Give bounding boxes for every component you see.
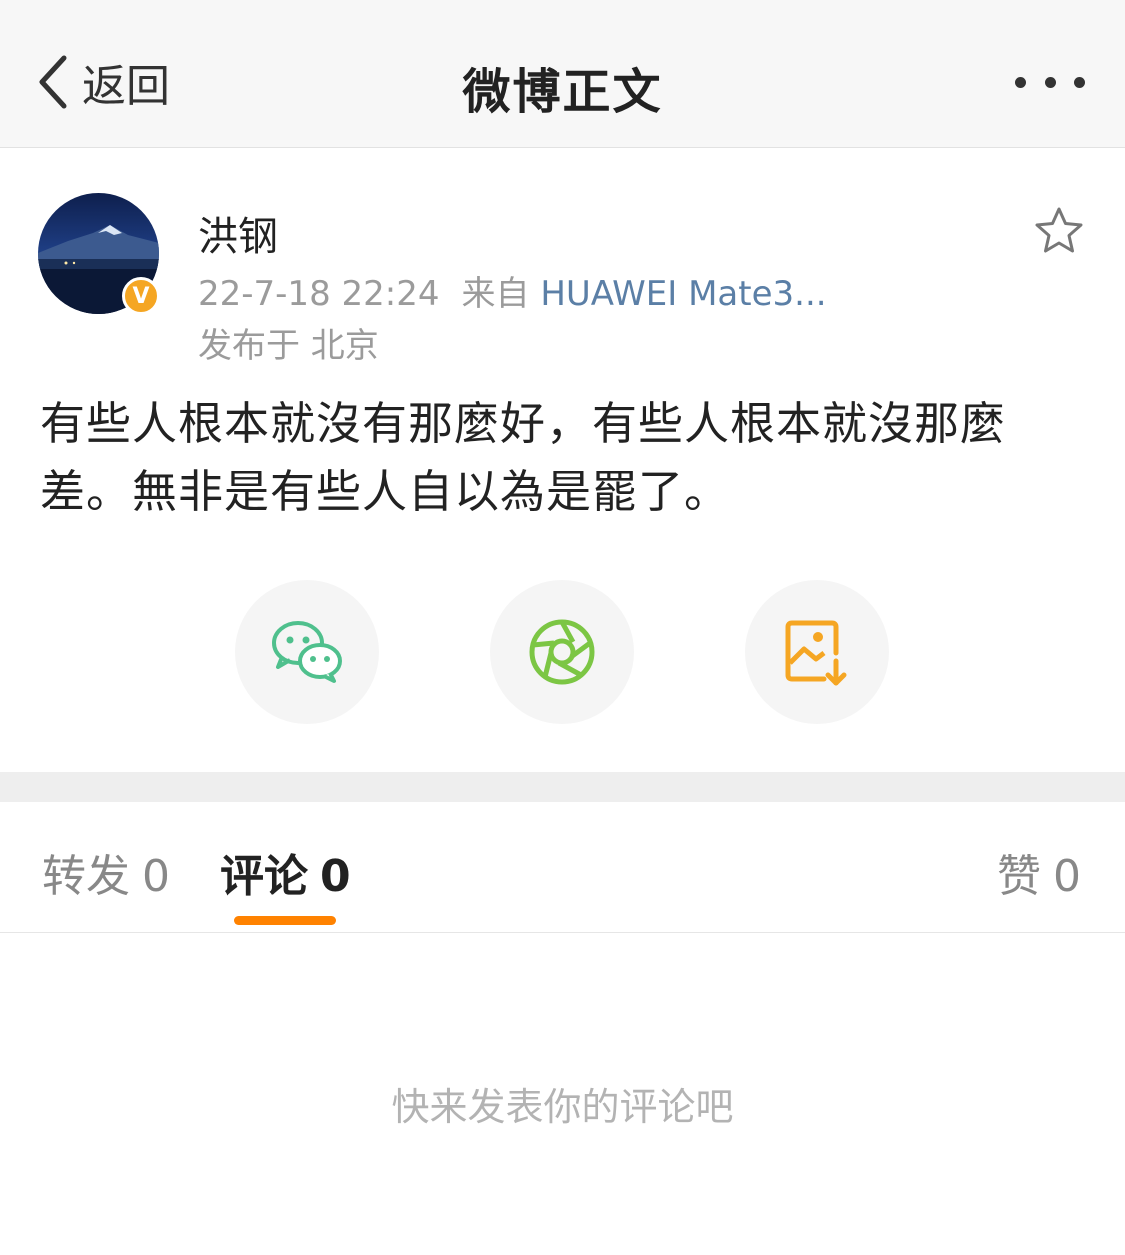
tab-comments-count: 0 [320,851,351,902]
more-dot-icon [1074,76,1085,88]
page-title: 微博正文 [462,64,663,120]
post-location: 发布于 北京 [198,326,379,366]
tab-likes-label: 赞 [997,851,1041,902]
verified-badge-icon: V [122,277,160,315]
section-divider [0,772,1125,802]
tabs-divider [0,932,1125,933]
author-name[interactable]: 洪钢 [198,204,278,262]
empty-comments-hint: 快来发表你的评论吧 [391,1085,734,1129]
wechat-icon [272,621,342,683]
active-tab-indicator [234,916,336,925]
tab-comments[interactable]: 评论 0 [220,840,351,904]
more-dot-icon [1015,76,1026,88]
share-wechat-button[interactable] [235,580,379,724]
tab-repost[interactable]: 转发 0 [42,840,170,904]
post-meta: 22-7-18 22:24 来自 HUAWEI Mate3... [198,266,827,315]
tab-repost-count: 0 [142,851,170,902]
save-image-button[interactable] [745,580,889,724]
moments-icon [529,619,595,685]
post-content: 有些人根本就沒有那麼好，有些人根本就沒那麼差。無非是有些人自以為是罷了。 [40,397,1007,518]
tab-comments-label: 评论 [220,851,308,902]
top-nav-bar: 返回 微博正文 [0,0,1125,148]
share-moments-button[interactable] [490,580,634,724]
post-time: 22-7-18 22:24 [198,274,440,314]
more-options-button[interactable] [1015,72,1085,92]
favorite-star-icon[interactable] [1033,205,1085,257]
tab-likes-count: 0 [1053,851,1081,902]
author-avatar[interactable]: V [38,193,160,315]
more-dot-icon [1044,76,1056,88]
save-image-icon [785,620,847,686]
tab-repost-label: 转发 [42,851,130,902]
tab-likes[interactable]: 赞0 [997,840,1081,904]
source-prefix: 来自 [461,274,530,314]
source-device-link[interactable]: HUAWEI Mate3... [540,274,826,314]
